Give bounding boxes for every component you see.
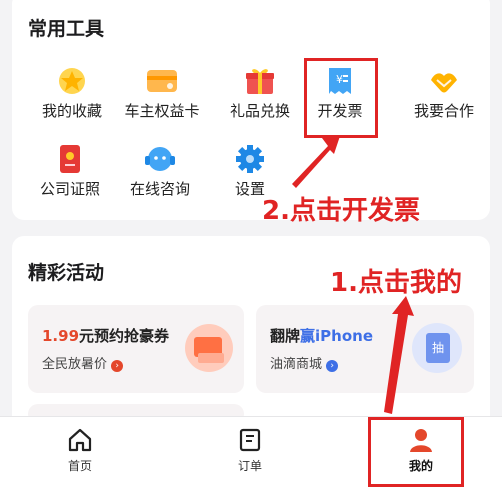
tool-label: 公司证照 [39,180,100,198]
lottery-badge: 抽 [426,333,450,363]
promo-flip-subtitle: 油滴商城 › [270,353,339,372]
lottery-card-icon: 抽 [412,323,462,373]
arrow-right-icon: › [111,360,124,372]
certificate-icon [60,145,80,173]
arrow-right-icon: › [326,360,339,372]
common-tools-title: 常用工具 [28,18,105,40]
promo-flip-title: 翻牌赢iPhone [270,327,373,345]
tool-company-license[interactable]: 公司证照 [22,144,118,199]
step1-annotation: 1.点击我的 [330,268,462,298]
coupon-illustration-icon [185,324,233,372]
tab-home-label: 首页 [67,459,92,473]
tab-orders-label: 订单 [237,459,262,473]
tool-label: 在线咨询 [129,180,190,198]
tool-online-consult[interactable]: 在线咨询 [112,144,208,199]
tab-orders[interactable]: 订单 [210,427,290,474]
tool-cooperate[interactable]: 我要合作 [396,66,492,121]
tool-label: 车主权益卡 [124,102,200,120]
tab-home[interactable]: 首页 [40,427,120,474]
promo-coupon-title: 1.99元预约抢豪券 [42,327,170,345]
gift-icon [246,69,274,94]
promo-coupon-card[interactable]: 1.99元预约抢豪券 全民放暑价 › [28,305,244,393]
tool-label: 我的收藏 [41,102,102,120]
order-icon [239,428,261,452]
tool-favorites[interactable]: 我的收藏 [24,66,120,121]
card-icon [147,70,177,92]
star-icon [59,68,85,94]
tool-label: 我要合作 [413,102,474,120]
headset-icon [145,147,175,171]
promo-coupon-subtitle: 全民放暑价 › [42,353,124,372]
handshake-icon [431,73,457,93]
step2-annotation: 2.点击开发票 [262,196,420,226]
invoice-highlight-box [304,58,378,138]
promo-flip-card[interactable]: 翻牌赢iPhone 油滴商城 › 抽 [256,305,474,393]
profile-highlight-box [368,417,464,487]
activities-title: 精彩活动 [28,262,105,284]
home-icon [68,428,92,452]
gear-icon [236,145,264,173]
tool-owner-card[interactable]: 车主权益卡 [114,66,210,121]
